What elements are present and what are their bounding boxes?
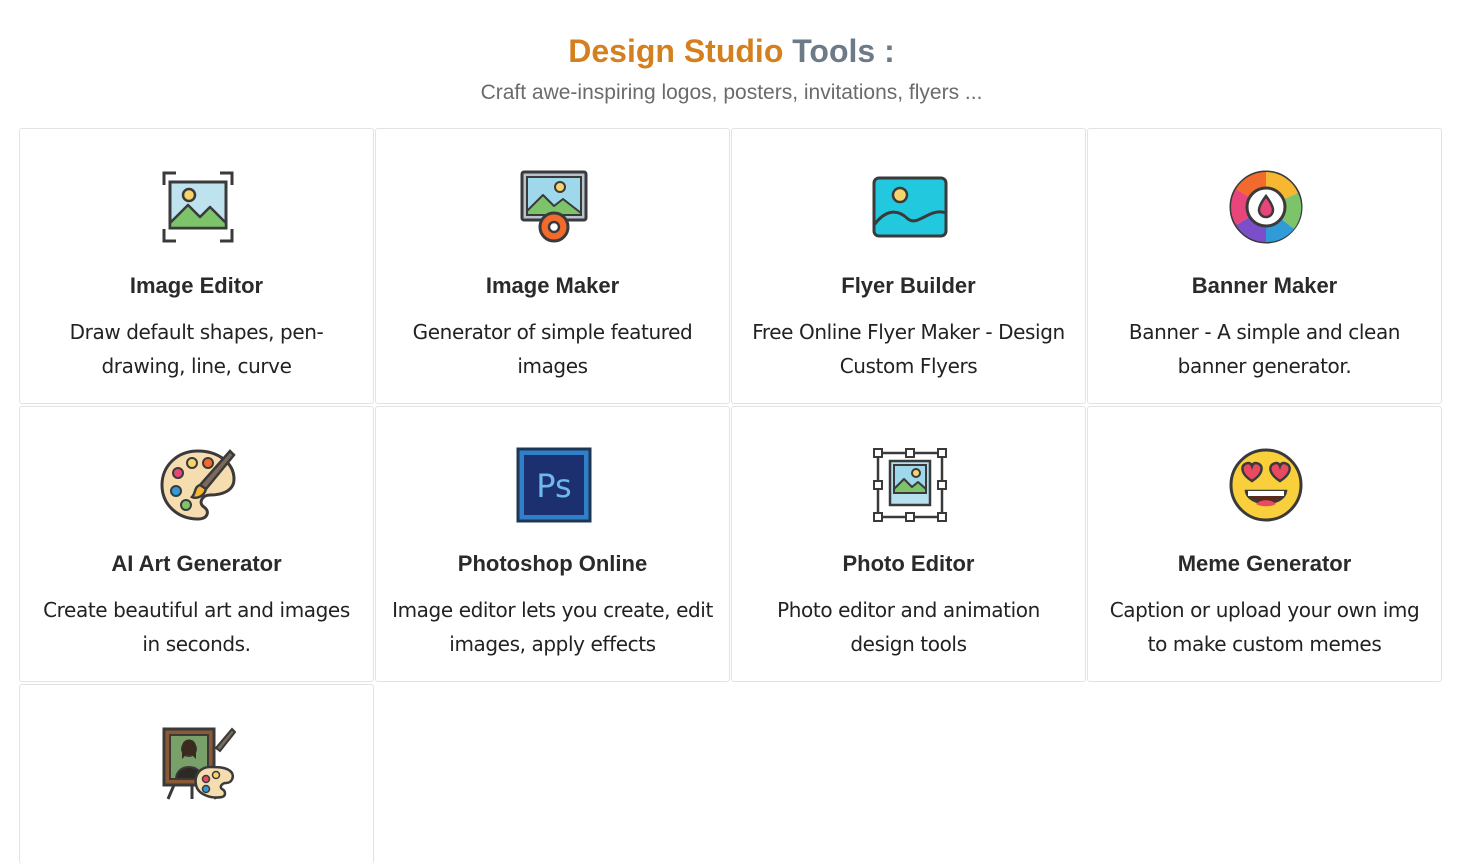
title-brand: Design Studio (568, 33, 784, 69)
tool-description: Free Online Flyer Maker - Design Custom … (752, 320, 1065, 378)
color-wheel-icon (1228, 169, 1304, 245)
tool-card-photoshop-online[interactable]: Ps Photoshop Online Image editor lets yo… (375, 406, 730, 682)
tool-description: Create beautiful art and images in secon… (43, 598, 350, 656)
tool-name: Flyer Builder (841, 273, 976, 298)
tool-description: Banner - A simple and clean banner gener… (1128, 320, 1401, 378)
tool-description: Image editor lets you create, edit image… (392, 598, 713, 656)
tool-name: Photo Editor (842, 551, 975, 576)
page-subtitle: Craft awe-inspiring logos, posters, invi… (480, 81, 983, 104)
tool-name: Photoshop Online (457, 551, 648, 576)
page-title: Design Studio Tools : (0, 31, 1463, 71)
svg-text:Ps: Ps (536, 467, 571, 505)
tool-description: Generator of simple featured images (412, 320, 693, 378)
tool-description: Caption or upload your own img to make c… (1109, 598, 1420, 656)
tool-card-painting[interactable] (19, 684, 374, 864)
tool-card-image-editor[interactable]: Image Editor Draw default shapes, pen-dr… (19, 128, 374, 404)
tool-card-meme-generator[interactable]: Meme Generator Caption or upload your ow… (1087, 406, 1442, 682)
easel-painting-icon (160, 725, 236, 801)
title-rest: Tools : (792, 33, 895, 69)
tool-card-banner-maker[interactable]: Banner Maker Banner - A simple and clean… (1087, 128, 1442, 404)
tool-description: Photo editor and animation design tools (777, 598, 1040, 656)
tool-card-flyer-builder[interactable]: Flyer Builder Free Online Flyer Maker - … (731, 128, 1086, 404)
tool-card-ai-art-generator[interactable]: AI Art Generator Create beautiful art an… (19, 406, 374, 682)
tool-description: Draw default shapes, pen-drawing, line, … (69, 320, 324, 378)
tool-name: Image Editor (129, 273, 264, 298)
tool-card-image-maker[interactable]: Image Maker Generator of simple featured… (375, 128, 730, 404)
photoshop-icon: Ps (516, 447, 592, 523)
picture-icon (872, 169, 948, 245)
paint-palette-icon (160, 447, 236, 523)
tool-name: Meme Generator (1177, 551, 1352, 576)
tool-name: AI Art Generator (111, 551, 282, 576)
image-frame-icon (160, 169, 236, 245)
tool-name: Image Maker (485, 273, 620, 298)
heart-eyes-emoji-icon (1228, 447, 1304, 523)
photo-select-icon (872, 447, 948, 523)
tool-card-photo-editor[interactable]: Photo Editor Photo editor and animation … (731, 406, 1086, 682)
tool-name: Banner Maker (1191, 273, 1338, 298)
image-gear-icon (516, 169, 592, 245)
